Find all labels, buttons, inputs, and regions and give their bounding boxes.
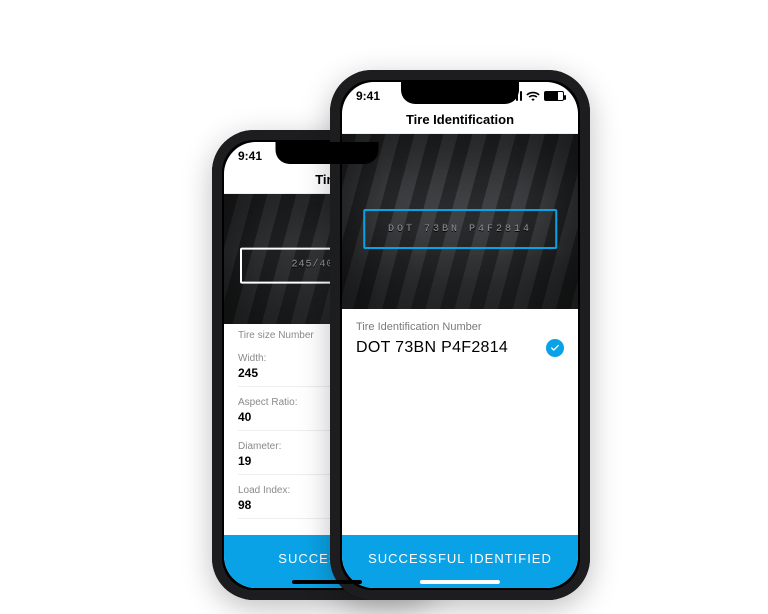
- notch: [401, 82, 519, 104]
- success-check-icon: [546, 339, 564, 357]
- notch: [276, 142, 379, 164]
- embossed-text: 245/40: [292, 260, 334, 271]
- status-time: 9:41: [238, 149, 262, 163]
- home-indicator: [420, 580, 500, 584]
- screen-front: 9:41 Tire Identification DOT 73BN P4F281…: [342, 82, 578, 588]
- app-title: Tire Identification: [342, 110, 578, 134]
- battery-icon: [544, 91, 564, 101]
- camera-preview: DOT 73BN P4F2814: [342, 134, 578, 309]
- section-label: Tire Identification Number: [356, 321, 564, 333]
- result-panel: Tire Identification Number DOT 73BN P4F2…: [342, 309, 578, 529]
- embossed-text: DOT 73BN P4F2814: [388, 224, 532, 235]
- home-indicator: [292, 580, 362, 584]
- scan-box: DOT 73BN P4F2814: [363, 209, 557, 249]
- wifi-icon: [526, 91, 540, 101]
- result-value: DOT 73BN P4F2814: [356, 339, 508, 357]
- status-time: 9:41: [356, 89, 380, 103]
